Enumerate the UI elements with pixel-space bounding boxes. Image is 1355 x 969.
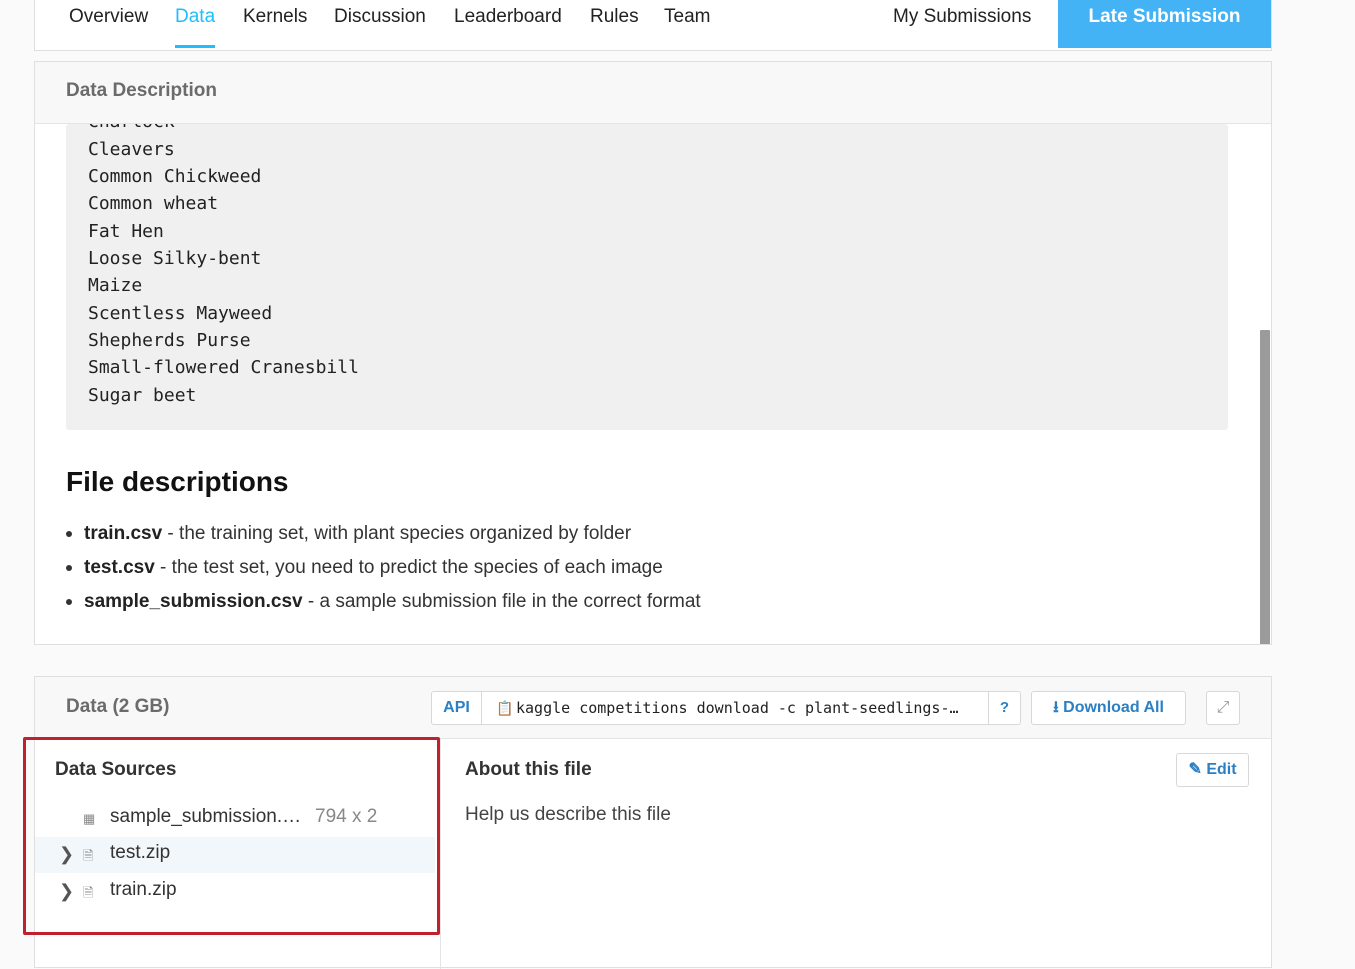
api-command-text: kaggle competitions download -c plant-se… bbox=[516, 699, 959, 717]
species-line: Small-flowered Cranesbill bbox=[88, 357, 359, 378]
expand-icon[interactable]: ⤢ bbox=[1206, 691, 1240, 725]
file-description-item: test.csv - the test set, you need to pre… bbox=[66, 557, 663, 579]
species-line: Shepherds Purse bbox=[88, 330, 251, 351]
tab-data[interactable]: Data bbox=[175, 0, 216, 48]
file-name: sample_submission.… bbox=[110, 806, 302, 827]
data-size-title: Data (2 GB) bbox=[66, 696, 170, 717]
edit-label: Edit bbox=[1206, 761, 1237, 778]
download-icon: ⭳ bbox=[1053, 699, 1059, 716]
file-name: sample_submission.csv bbox=[84, 591, 303, 612]
download-all-button[interactable]: ⭳ Download All bbox=[1031, 691, 1186, 725]
file-name: train.zip bbox=[110, 879, 177, 900]
species-line: Common Chickweed bbox=[88, 166, 262, 187]
species-line: Charlock bbox=[88, 124, 175, 132]
species-line: Maize bbox=[88, 275, 143, 296]
bullet-icon bbox=[66, 530, 72, 537]
zip-file-icon: 🗎 bbox=[83, 885, 94, 900]
pencil-icon: ✎ bbox=[1188, 761, 1202, 778]
description-scrollbar[interactable] bbox=[1259, 124, 1271, 644]
competition-tab-bar: Overview Data Kernels Discussion Leaderb… bbox=[34, 0, 1272, 51]
file-description-text: - the training set, with plant species o… bbox=[162, 523, 632, 544]
species-line: Common wheat bbox=[88, 193, 219, 214]
file-description-item: train.csv - the training set, with plant… bbox=[66, 523, 631, 545]
scrollbar-thumb[interactable] bbox=[1260, 330, 1270, 644]
tab-leaderboard[interactable]: Leaderboard bbox=[454, 0, 562, 48]
species-line: Scentless Mayweed bbox=[88, 303, 273, 324]
edit-button[interactable]: ✎ Edit bbox=[1176, 753, 1249, 787]
species-line: Loose Silky-bent bbox=[88, 248, 262, 269]
data-description-header: Data Description bbox=[35, 62, 1271, 124]
file-description-text: - a sample submission file in the correc… bbox=[302, 591, 701, 612]
data-source-item[interactable]: ❯ 🗎 test.zip bbox=[35, 837, 435, 873]
data-description-card: Data Description Charlock Cleavers Commo… bbox=[34, 61, 1272, 645]
file-description-text: - the test set, you need to predict the … bbox=[154, 557, 663, 578]
about-file-text: Help us describe this file bbox=[465, 804, 671, 825]
chevron-right-icon[interactable]: ❯ bbox=[59, 844, 74, 865]
species-line: Fat Hen bbox=[88, 221, 164, 242]
data-source-item[interactable]: ▦ sample_submission.… 794 x 2 bbox=[35, 801, 435, 837]
file-name: test.zip bbox=[110, 842, 171, 863]
panel-divider bbox=[440, 739, 441, 969]
zip-file-icon: 🗎 bbox=[83, 848, 94, 863]
api-button[interactable]: API bbox=[432, 692, 482, 724]
bullet-icon bbox=[66, 564, 72, 571]
tab-overview[interactable]: Overview bbox=[69, 0, 148, 48]
file-descriptions-heading: File descriptions bbox=[66, 466, 289, 497]
late-submission-button[interactable]: Late Submission bbox=[1058, 0, 1271, 48]
api-command-group: API 📋 kaggle competitions download -c pla… bbox=[431, 691, 1021, 725]
table-icon: ▦ bbox=[83, 811, 96, 826]
tab-discussion[interactable]: Discussion bbox=[334, 0, 426, 48]
species-code-block: Charlock Cleavers Common Chickweed Commo… bbox=[66, 124, 1228, 430]
chevron-right-icon[interactable]: ❯ bbox=[59, 881, 74, 902]
data-files-card: Data (2 GB) API 📋 kaggle competitions dow… bbox=[34, 676, 1272, 969]
bullet-icon bbox=[66, 598, 72, 605]
file-name: train.csv bbox=[84, 523, 163, 544]
species-line: Sugar beet bbox=[88, 385, 197, 406]
api-help-button[interactable]: ? bbox=[988, 692, 1020, 724]
about-file-title: About this file bbox=[465, 759, 592, 780]
my-submissions-link[interactable]: My Submissions bbox=[893, 0, 1031, 48]
api-command-field[interactable]: 📋 kaggle competitions download -c plant-s… bbox=[482, 692, 987, 724]
file-dimensions: 794 x 2 bbox=[315, 806, 378, 827]
active-tab-underline bbox=[175, 45, 216, 48]
tab-kernels[interactable]: Kernels bbox=[243, 0, 307, 48]
data-source-item[interactable]: ❯ 🗎 train.zip bbox=[35, 874, 435, 910]
data-sources-title: Data Sources bbox=[55, 759, 177, 780]
data-files-header: Data (2 GB) API 📋 kaggle competitions dow… bbox=[35, 677, 1271, 739]
species-line: Cleavers bbox=[88, 139, 175, 160]
data-description-title: Data Description bbox=[66, 80, 217, 101]
download-all-label: Download All bbox=[1063, 699, 1164, 716]
file-name: test.csv bbox=[84, 557, 155, 578]
file-description-item: sample_submission.csv - a sample submiss… bbox=[66, 591, 701, 613]
tab-team[interactable]: Team bbox=[664, 0, 710, 48]
tab-rules[interactable]: Rules bbox=[590, 0, 639, 48]
copy-icon[interactable]: 📋 bbox=[496, 693, 513, 724]
